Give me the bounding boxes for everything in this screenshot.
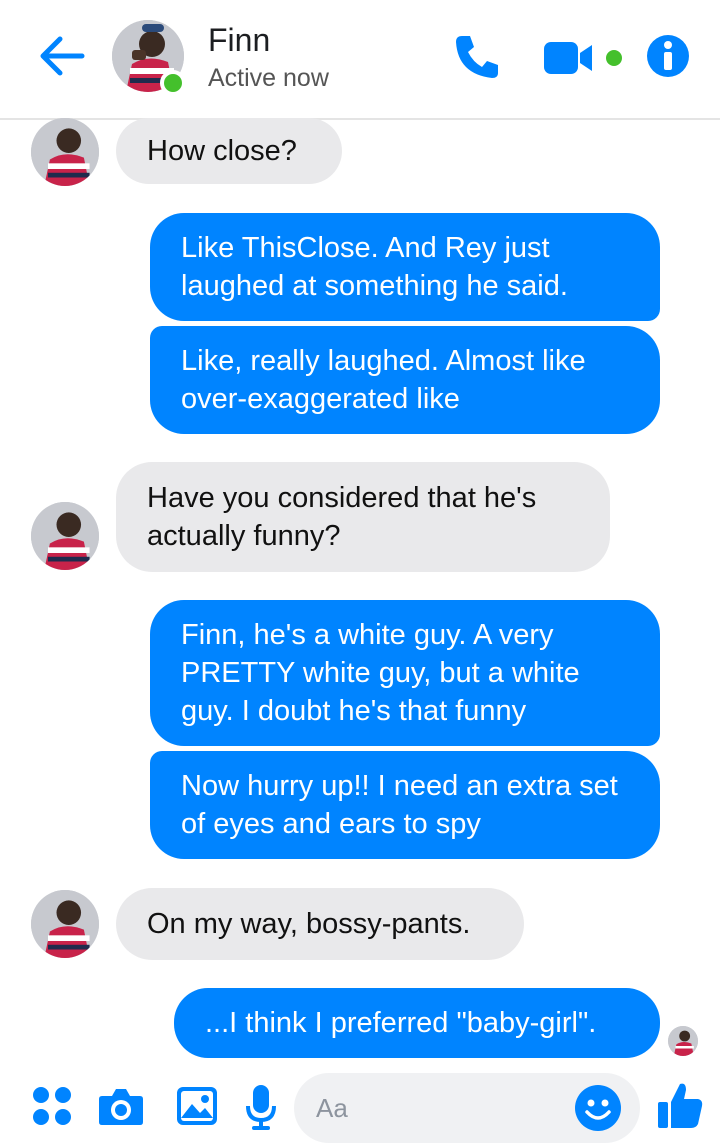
message-incoming[interactable]: On my way, bossy-pants. [116, 888, 524, 960]
avatar [31, 890, 99, 958]
apps-grid-icon [33, 1087, 71, 1125]
back-button[interactable] [36, 34, 86, 78]
sender-avatar[interactable] [31, 118, 99, 186]
message-incoming[interactable]: How close? [116, 118, 342, 184]
contact-avatar[interactable] [112, 20, 186, 96]
camera-icon [99, 1089, 143, 1125]
video-camera-icon [544, 42, 622, 74]
message-incoming[interactable]: Have you considered that he's actually f… [116, 462, 610, 572]
voice-message-button[interactable] [246, 1084, 276, 1135]
back-arrow-icon [40, 36, 85, 76]
video-call-button[interactable] [544, 40, 626, 76]
read-receipt-avatar [668, 1026, 698, 1056]
info-icon [647, 35, 689, 77]
message-outgoing[interactable]: ...I think I preferred "baby-girl". [174, 988, 660, 1058]
message-outgoing[interactable]: Finn, he's a white guy. A very PRETTY wh… [150, 600, 660, 746]
message-outgoing[interactable]: Like ThisClose. And Rey just laughed at … [150, 213, 660, 321]
info-button[interactable] [646, 34, 690, 78]
avatar [31, 118, 99, 186]
message-text: Have you considered that he's actually f… [147, 482, 537, 552]
message-input-placeholder: Aa [316, 1093, 348, 1123]
emoji-button[interactable] [574, 1084, 622, 1137]
emoji-icon [575, 1085, 621, 1131]
message-text: Like ThisClose. And Rey just laughed at … [181, 232, 568, 302]
message-outgoing[interactable]: Now hurry up!! I need an extra set of ey… [150, 751, 660, 859]
gallery-icon [177, 1087, 217, 1125]
message-text: On my way, bossy-pants. [147, 908, 471, 940]
apps-button[interactable] [32, 1086, 72, 1131]
avatar [31, 502, 99, 570]
phone-icon [456, 36, 498, 78]
gallery-button[interactable] [176, 1086, 218, 1131]
thumbs-up-icon [658, 1083, 703, 1128]
message-text: How close? [147, 135, 297, 167]
sender-avatar[interactable] [31, 502, 99, 570]
contact-status: Active now [208, 64, 329, 92]
online-indicator [160, 70, 186, 96]
chat-header: Finn Active now [0, 0, 720, 120]
avatar [668, 1026, 698, 1056]
message-text: ...I think I preferred "baby-girl". [205, 1007, 597, 1039]
message-text: Now hurry up!! I need an extra set of ey… [181, 770, 618, 840]
microphone-icon [246, 1085, 276, 1130]
like-button[interactable] [656, 1080, 704, 1135]
message-outgoing[interactable]: Like, really laughed. Almost like over-e… [150, 326, 660, 434]
contact-name[interactable]: Finn [208, 22, 270, 59]
voice-call-button[interactable] [452, 32, 502, 82]
sender-avatar[interactable] [31, 890, 99, 958]
message-text: Finn, he's a white guy. A very PRETTY wh… [181, 619, 580, 727]
camera-button[interactable] [98, 1086, 144, 1131]
message-text: Like, really laughed. Almost like over-e… [181, 345, 586, 415]
